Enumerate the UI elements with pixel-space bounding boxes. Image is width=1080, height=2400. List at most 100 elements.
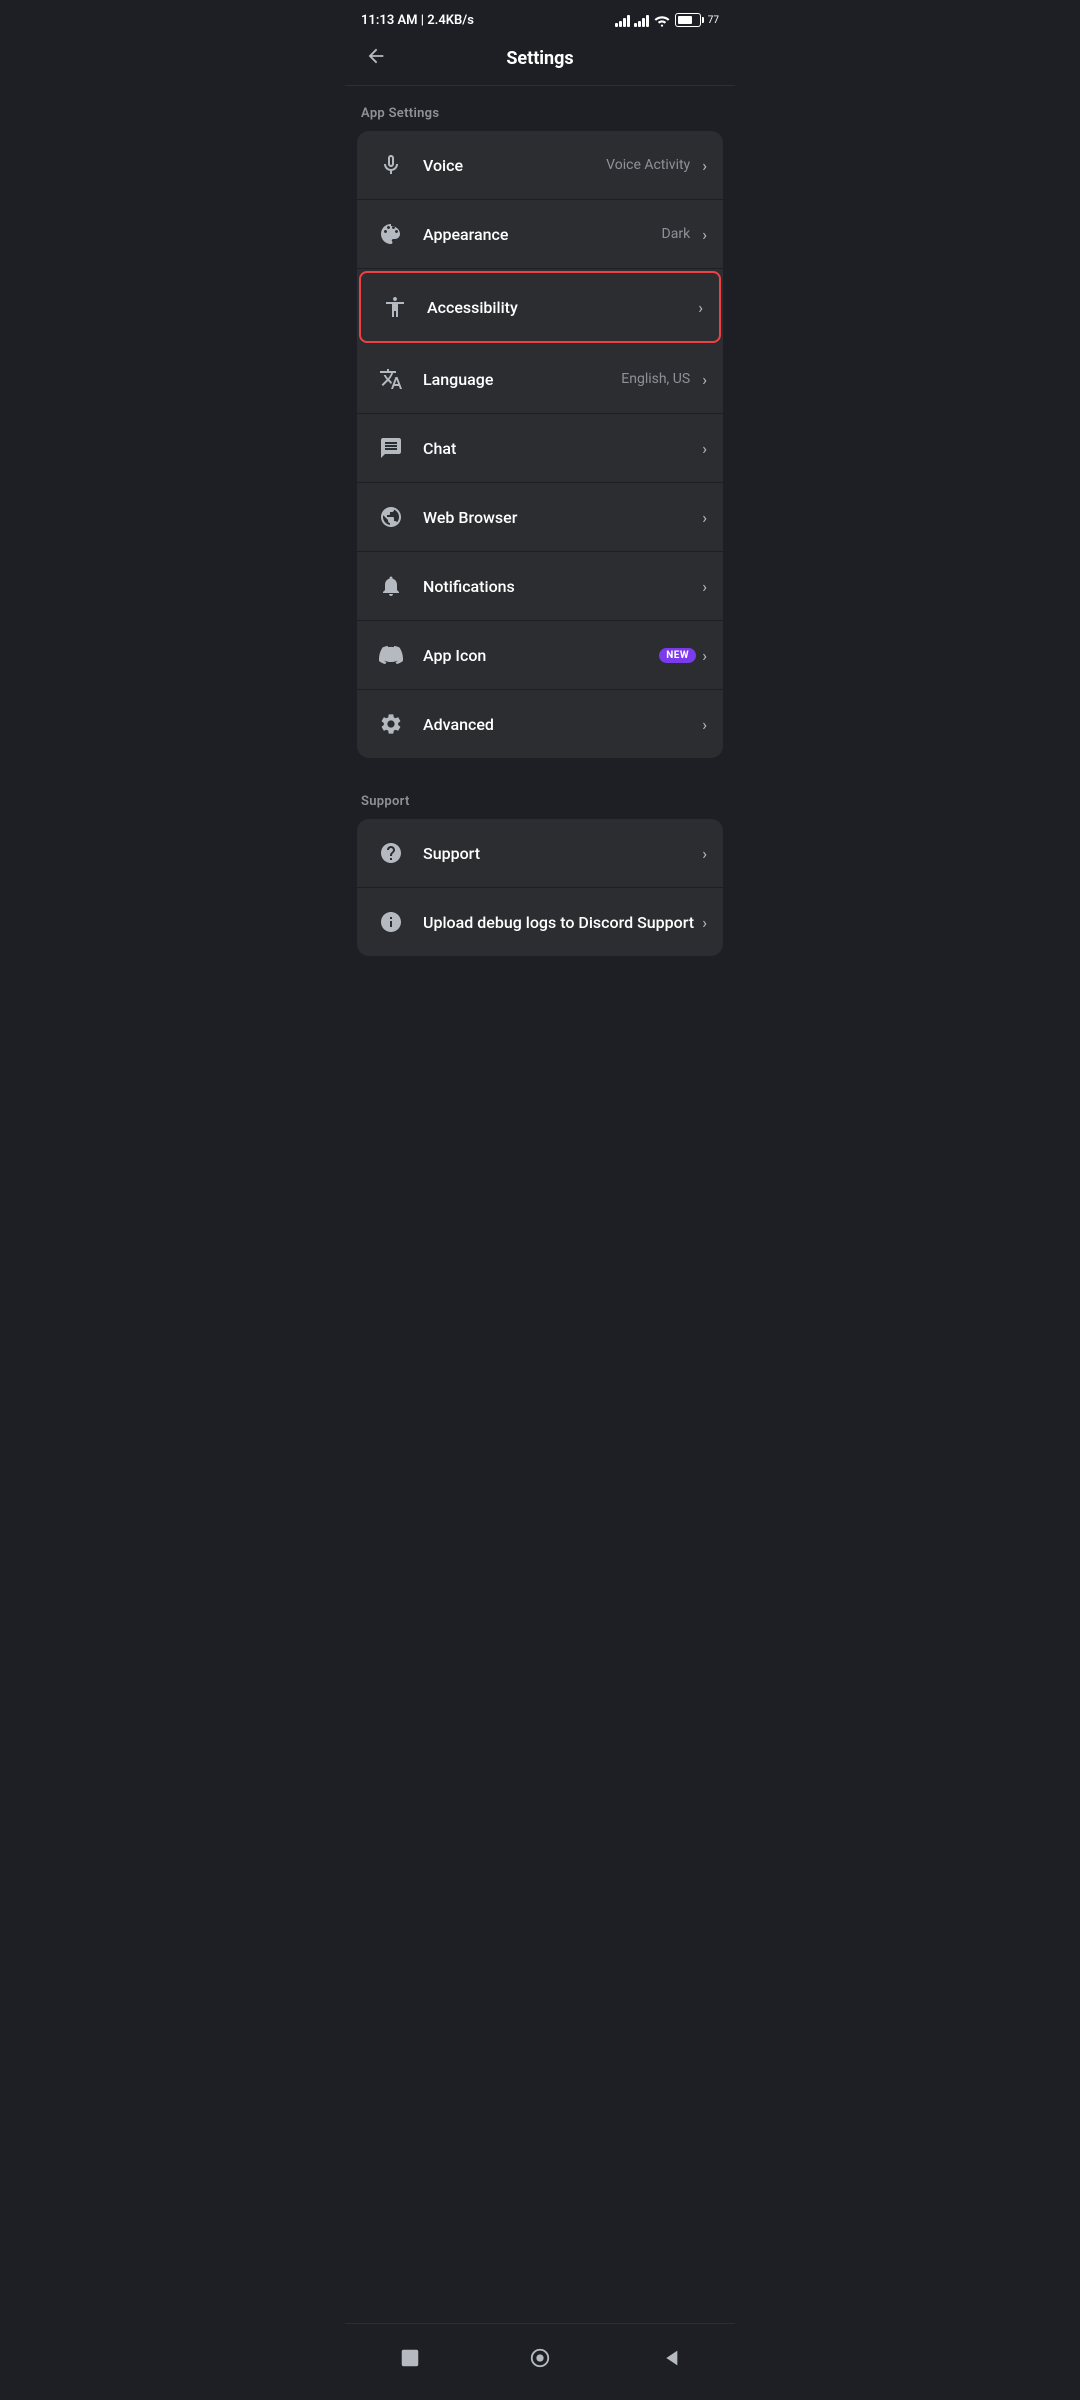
notifications-icon-container — [373, 568, 409, 604]
web-browser-chevron: › — [702, 508, 707, 527]
microphone-icon — [379, 153, 403, 177]
bar3 — [623, 18, 626, 27]
advanced-right: › — [702, 715, 707, 734]
settings-item-notifications[interactable]: Notifications › — [357, 552, 723, 621]
support-icon-container — [373, 835, 409, 871]
notifications-chevron: › — [702, 577, 707, 596]
status-time: 11:13 AM | 2.4KB/s — [361, 13, 474, 28]
app-icon-right: NEW › — [659, 646, 707, 665]
web-browser-label: Web Browser — [423, 508, 702, 527]
appearance-value: Dark — [662, 226, 691, 242]
app-icon-content: App Icon — [423, 646, 659, 665]
voice-icon-container — [373, 147, 409, 183]
signal-bars-1 — [615, 13, 630, 27]
voice-value: Voice Activity — [606, 157, 690, 173]
bar1 — [615, 23, 618, 27]
bell-icon — [379, 574, 403, 598]
appearance-content: Appearance — [423, 225, 662, 244]
settings-item-advanced[interactable]: Advanced › — [357, 690, 723, 758]
support-right: › — [702, 844, 707, 863]
app-icon-chevron: › — [702, 646, 707, 665]
chat-chevron: › — [702, 439, 707, 458]
web-browser-content: Web Browser — [423, 508, 702, 527]
battery-level: 77 — [708, 15, 719, 26]
palette-icon — [379, 222, 403, 246]
advanced-label: Advanced — [423, 715, 702, 734]
advanced-chevron: › — [702, 715, 707, 734]
voice-content: Voice — [423, 156, 606, 175]
accessibility-icon-container — [377, 289, 413, 325]
settings-item-support[interactable]: Support › — [357, 819, 723, 888]
notifications-content: Notifications — [423, 577, 702, 596]
settings-item-web-browser[interactable]: Web Browser › — [357, 483, 723, 552]
settings-item-voice[interactable]: Voice Voice Activity › — [357, 131, 723, 200]
accessibility-chevron: › — [698, 298, 703, 317]
nav-home-button[interactable] — [518, 2336, 562, 2380]
battery-fill — [678, 16, 692, 24]
chat-content: Chat — [423, 439, 702, 458]
appearance-icon-container — [373, 216, 409, 252]
language-label: Language — [423, 370, 621, 389]
accessibility-content: Accessibility — [427, 298, 698, 317]
settings-item-chat[interactable]: Chat › — [357, 414, 723, 483]
bar4 — [627, 15, 630, 27]
support-chevron: › — [702, 844, 707, 863]
square-icon — [399, 2347, 421, 2369]
language-chevron: › — [702, 370, 707, 389]
upload-debug-right: › — [702, 913, 707, 932]
gear-icon — [379, 712, 403, 736]
bar2 — [619, 21, 622, 27]
status-icons: 77 — [615, 13, 719, 27]
bar1 — [634, 23, 637, 27]
triangle-icon — [659, 2347, 681, 2369]
settings-item-upload-debug[interactable]: Upload debug logs to Discord Support › — [357, 888, 723, 956]
nav-back-button[interactable] — [648, 2336, 692, 2380]
chat-icon-container — [373, 430, 409, 466]
chat-icon — [379, 436, 403, 460]
accessibility-icon — [383, 295, 407, 319]
accessibility-label: Accessibility — [427, 298, 698, 317]
notifications-right: › — [702, 577, 707, 596]
language-icon-container — [373, 361, 409, 397]
bar2 — [638, 21, 641, 27]
status-bar: 11:13 AM | 2.4KB/s 77 — [345, 0, 735, 36]
appearance-label: Appearance — [423, 225, 662, 244]
accessibility-right: › — [698, 298, 703, 317]
advanced-content: Advanced — [423, 715, 702, 734]
app-icon-label: App Icon — [423, 646, 659, 665]
app-settings-label: App Settings — [345, 86, 735, 131]
notifications-label: Notifications — [423, 577, 702, 596]
support-section-label: Support — [345, 774, 735, 819]
language-value: English, US — [621, 371, 690, 387]
globe-icon — [379, 505, 403, 529]
app-settings-card: Voice Voice Activity › Appearance Dark › — [357, 131, 723, 758]
battery-icon — [675, 13, 701, 27]
page-title: Settings — [506, 48, 573, 69]
voice-right: Voice Activity › — [606, 156, 707, 175]
language-right: English, US › — [621, 370, 707, 389]
support-card: Support › Upload debug logs to Discord S… — [357, 819, 723, 956]
battery-tip — [702, 17, 704, 23]
settings-item-language[interactable]: Language English, US › — [357, 345, 723, 414]
bar3 — [642, 18, 645, 27]
nav-square-button[interactable] — [388, 2336, 432, 2380]
support-content: Support — [423, 844, 702, 863]
upload-debug-icon-container — [373, 904, 409, 940]
settings-item-accessibility[interactable]: Accessibility › — [359, 271, 721, 343]
upload-debug-label: Upload debug logs to Discord Support — [423, 913, 702, 932]
settings-item-appearance[interactable]: Appearance Dark › — [357, 200, 723, 269]
appearance-chevron: › — [702, 225, 707, 244]
back-button[interactable] — [361, 41, 391, 77]
language-icon — [379, 367, 403, 391]
info-icon — [379, 910, 403, 934]
language-content: Language — [423, 370, 621, 389]
question-icon — [379, 841, 403, 865]
discord-icon — [379, 643, 403, 667]
support-label: Support — [423, 844, 702, 863]
settings-item-app-icon[interactable]: App Icon NEW › — [357, 621, 723, 690]
chat-label: Chat — [423, 439, 702, 458]
header: Settings — [345, 36, 735, 86]
voice-chevron: › — [702, 156, 707, 175]
wifi-icon — [653, 13, 671, 27]
voice-label: Voice — [423, 156, 606, 175]
